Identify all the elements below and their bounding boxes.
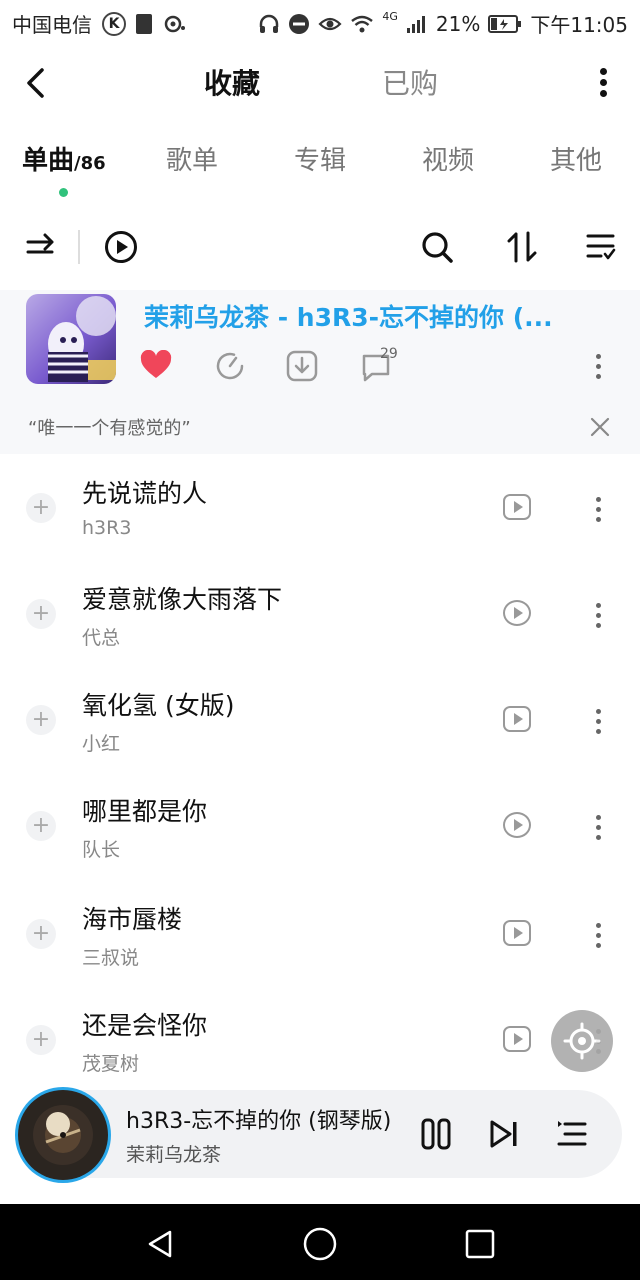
add-icon[interactable]: + [26, 1025, 56, 1055]
more-options-icon[interactable] [600, 68, 607, 97]
song-row-6[interactable]: + 还是会怪你 茂夏树 [0, 986, 640, 1092]
song-artist: 代总 [82, 627, 121, 649]
camera-icon [164, 15, 185, 32]
sd-card-icon [136, 13, 152, 34]
song-title: 氧化氢 (女版) [82, 691, 235, 720]
sort-icon[interactable] [506, 230, 540, 264]
download-icon[interactable] [286, 350, 318, 382]
mv-icon[interactable] [503, 1026, 531, 1052]
video-play-icon[interactable] [503, 600, 531, 626]
ringtone-icon[interactable] [214, 350, 246, 382]
nav-recents-icon[interactable] [464, 1228, 496, 1260]
search-icon[interactable] [420, 230, 454, 264]
toolbar-divider [78, 230, 80, 264]
song-row-4[interactable]: + 哪里都是你 队长 [0, 772, 640, 878]
row-more-icon[interactable] [596, 497, 601, 527]
tab-singles-label: 单曲 [22, 146, 75, 176]
song-artist: 三叔说 [82, 947, 140, 969]
comment-button[interactable]: 29 [360, 346, 410, 384]
tab-purchased[interactable]: 已购 [382, 62, 438, 102]
headphones-icon [260, 14, 279, 33]
row-more-icon[interactable] [596, 603, 601, 633]
clock: 下午11:05 [530, 13, 628, 37]
page-title-favorites[interactable]: 收藏 [204, 62, 260, 102]
song-title: 海市蜃楼 [82, 905, 183, 934]
song-title: 还是会怪你 [82, 1011, 208, 1040]
comment-count: 29 [380, 346, 398, 362]
featured-song-card[interactable]: 茉莉乌龙茶 - h3R3-忘不掉的你 (... 29 “唯一一个有感觉的” [0, 290, 640, 454]
category-tabs: 单曲/86 歌单 专辑 视频 其他 [0, 140, 640, 190]
row-more-icon[interactable] [596, 923, 601, 953]
song-artist: h3R3 [82, 517, 132, 539]
add-icon[interactable]: + [26, 705, 56, 735]
featured-quote: “唯一一个有感觉的” [28, 418, 191, 439]
row-more-icon[interactable] [596, 709, 601, 739]
tab-others[interactable]: 其他 [550, 140, 602, 177]
close-icon[interactable] [590, 417, 610, 437]
song-row-1[interactable]: + 先说谎的人 h3R3 [0, 454, 640, 560]
nav-home-icon[interactable] [302, 1226, 338, 1262]
tab-singles-count: /86 [74, 153, 106, 174]
song-artist: 队长 [82, 839, 121, 861]
pause-icon[interactable] [420, 1117, 454, 1151]
song-row-3[interactable]: + 氧化氢 (女版) 小红 [0, 666, 640, 772]
battery-icon [488, 14, 522, 33]
mv-icon[interactable] [503, 706, 531, 732]
nav-back-icon[interactable] [144, 1228, 176, 1260]
filter-list-icon[interactable] [586, 232, 616, 262]
status-bar: 中国电信 K 4G 21% 下午11:05 [0, 0, 640, 44]
heart-icon[interactable] [140, 350, 172, 380]
song-title: 先说谎的人 [82, 479, 208, 508]
mv-icon[interactable] [503, 920, 531, 946]
song-title: 哪里都是你 [82, 797, 208, 826]
song-row-2[interactable]: + 爱意就像大雨落下 代总 [0, 560, 640, 666]
dnd-icon [289, 13, 310, 34]
mv-icon[interactable] [503, 494, 531, 520]
locate-icon [563, 1022, 601, 1060]
signal-icon [406, 15, 425, 33]
video-play-icon[interactable] [503, 812, 531, 838]
system-navigation-bar [0, 1204, 640, 1280]
now-playing-title[interactable]: h3R3-忘不掉的你 (钢琴版) [126, 1103, 391, 1135]
playlist-queue-icon[interactable] [556, 1118, 588, 1150]
network-label: 4G [382, 10, 398, 23]
song-artist: 茂夏树 [82, 1053, 140, 1075]
tab-albums[interactable]: 专辑 [294, 140, 346, 177]
play-all-icon[interactable] [104, 230, 138, 264]
wifi-icon [351, 15, 374, 32]
next-track-icon[interactable] [488, 1118, 520, 1150]
battery-percent: 21% [435, 11, 481, 36]
featured-cover-art[interactable] [26, 294, 116, 384]
row-more-icon[interactable] [596, 815, 601, 845]
add-icon[interactable]: + [26, 919, 56, 949]
tab-singles[interactable]: 单曲/86 [22, 140, 106, 177]
shuffle-icon[interactable] [26, 232, 56, 262]
song-title: 爱意就像大雨落下 [82, 585, 283, 614]
now-playing-cover[interactable] [18, 1090, 108, 1180]
now-playing-artist[interactable]: 茉莉乌龙茶 [126, 1140, 221, 1167]
active-tab-indicator [59, 188, 68, 197]
add-icon[interactable]: + [26, 493, 56, 523]
featured-more-icon[interactable] [596, 354, 601, 384]
back-chevron-icon[interactable] [24, 68, 48, 98]
song-row-5[interactable]: + 海市蜃楼 三叔说 [0, 880, 640, 986]
eye-icon [318, 17, 342, 30]
locate-current-button[interactable] [551, 1010, 613, 1072]
add-icon[interactable]: + [26, 811, 56, 841]
carrier-label: 中国电信 [12, 13, 92, 37]
add-icon[interactable]: + [26, 599, 56, 629]
tab-playlists[interactable]: 歌单 [166, 140, 218, 177]
k-badge-icon: K [102, 11, 126, 36]
song-artist: 小红 [82, 733, 121, 755]
featured-song-title[interactable]: 茉莉乌龙茶 - h3R3-忘不掉的你 (... [144, 298, 553, 334]
tab-videos[interactable]: 视频 [422, 140, 474, 177]
